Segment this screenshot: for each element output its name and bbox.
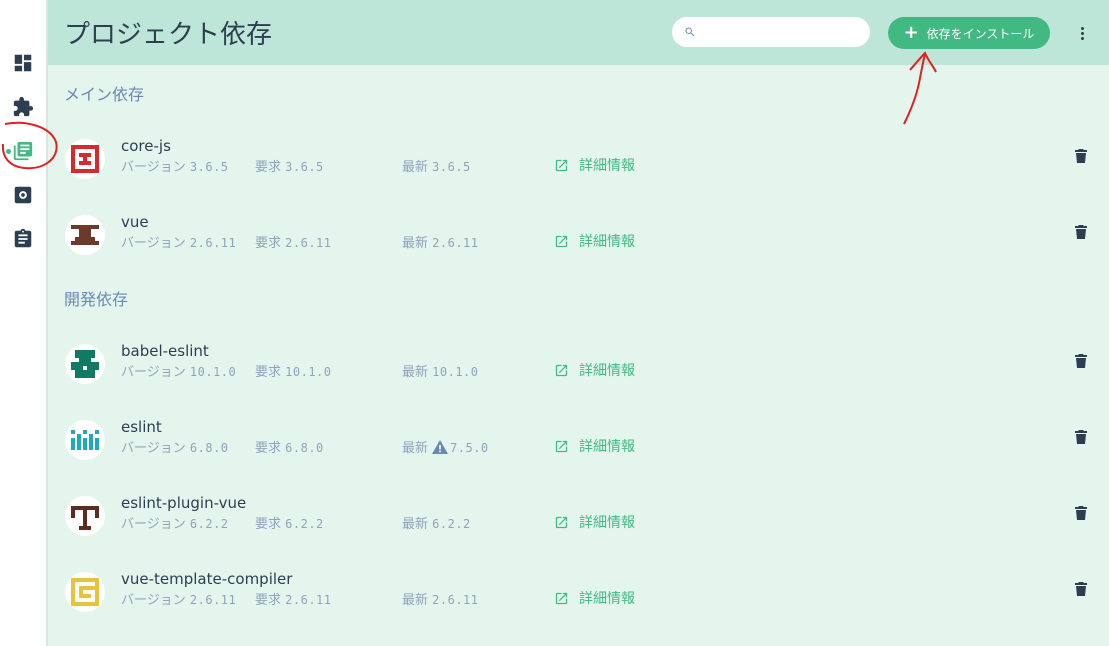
- package-avatar: [65, 344, 105, 384]
- installed-version: バージョン 6.8.0: [121, 441, 229, 456]
- trash-icon: [1075, 506, 1087, 520]
- open-external-icon: [555, 592, 568, 604]
- tasks-icon: [14, 228, 32, 248]
- latest-version: 最新 10.1.0: [402, 365, 479, 380]
- delete-button[interactable]: [1074, 353, 1088, 369]
- top-bar: プロジェクト依存 + 依存をインストール: [48, 0, 1109, 65]
- package-name: vue-template-compiler: [121, 570, 293, 588]
- package-name: babel-eslint: [121, 342, 209, 360]
- eslint-plugin-vue-identicon: [71, 506, 99, 530]
- trash-icon: [1075, 354, 1087, 368]
- latest-version: 最新 3.6.5: [402, 160, 471, 175]
- required-version: 要求 2.6.11: [255, 236, 332, 251]
- dot-icon: [1080, 26, 1084, 30]
- dependency-row: eslint-plugin-vue バージョン 6.2.2 要求 6.2.2 最…: [48, 487, 1109, 563]
- trash-icon: [1075, 582, 1087, 596]
- details-link[interactable]: 詳細情報: [554, 155, 635, 175]
- details-link[interactable]: 詳細情報: [554, 588, 635, 608]
- plugin-icon: [13, 96, 34, 117]
- details-link[interactable]: 詳細情報: [554, 436, 635, 456]
- dot-icon: [1080, 36, 1084, 40]
- installed-version: バージョン 3.6.5: [121, 160, 229, 175]
- eslint-identicon: [71, 430, 99, 450]
- search-box[interactable]: [672, 17, 870, 47]
- package-name: vue: [121, 213, 149, 231]
- vue-identicon: [71, 225, 99, 245]
- delete-button[interactable]: [1074, 429, 1088, 445]
- installed-version: バージョン 2.6.11: [121, 593, 237, 608]
- trash-icon: [1075, 430, 1087, 444]
- open-external-icon: [555, 516, 568, 528]
- installed-version: バージョン 10.1.0: [121, 365, 237, 380]
- dependency-row: vue バージョン 2.6.11 要求 2.6.11 最新 2.6.11 詳細情…: [48, 206, 1109, 282]
- more-options-button[interactable]: [1074, 21, 1090, 45]
- nav-tasks[interactable]: [0, 221, 46, 257]
- details-link[interactable]: 詳細情報: [554, 231, 635, 251]
- nav-config[interactable]: [0, 177, 46, 213]
- package-avatar: [65, 215, 105, 255]
- vue-template-compiler-identicon: [71, 578, 99, 606]
- latest-version: 最新 2.6.11: [402, 236, 479, 251]
- nav-plugins[interactable]: [0, 89, 46, 125]
- install-button-label: 依存をインストール: [926, 26, 1035, 41]
- delete-button[interactable]: [1074, 148, 1088, 164]
- page-title: プロジェクト依存: [64, 20, 273, 50]
- active-indicator: [6, 149, 11, 154]
- section-title-dev: 開発依存: [64, 290, 129, 309]
- package-avatar: [65, 139, 105, 179]
- dashboard-icon: [14, 54, 32, 72]
- required-version: 要求 6.8.0: [255, 441, 324, 456]
- search-icon: [685, 27, 695, 37]
- required-version: 要求 3.6.5: [255, 160, 324, 175]
- package-avatar: [65, 496, 105, 536]
- dependencies-icon: [13, 141, 33, 161]
- package-name: eslint: [121, 418, 162, 436]
- section-title-main: メイン依存: [64, 85, 145, 104]
- trash-icon: [1075, 149, 1087, 163]
- dependency-row: eslint バージョン 6.8.0 要求 6.8.0 最新 7.5.0 詳細情報: [48, 411, 1109, 487]
- dependency-row: babel-eslint バージョン 10.1.0 要求 10.1.0 最新 1…: [48, 335, 1109, 411]
- nav-dependencies[interactable]: [0, 133, 46, 169]
- babel-eslint-identicon: [71, 350, 99, 378]
- details-link[interactable]: 詳細情報: [554, 360, 635, 380]
- open-external-icon: [555, 364, 568, 376]
- latest-version: 最新 6.2.2: [402, 517, 471, 532]
- required-version: 要求 10.1.0: [255, 365, 332, 380]
- search-input[interactable]: [704, 23, 868, 41]
- details-link[interactable]: 詳細情報: [554, 512, 635, 532]
- dot-icon: [1080, 31, 1084, 35]
- required-version: 要求 2.6.11: [255, 593, 332, 608]
- delete-button[interactable]: [1074, 505, 1088, 521]
- latest-version: 最新 7.5.0: [402, 440, 489, 456]
- delete-button[interactable]: [1074, 581, 1088, 597]
- plus-icon: +: [903, 22, 919, 43]
- package-name: eslint-plugin-vue: [121, 494, 247, 512]
- open-external-icon: [555, 235, 568, 247]
- dependency-row: vue-template-compiler バージョン 2.6.11 要求 2.…: [48, 563, 1109, 639]
- delete-button[interactable]: [1074, 224, 1088, 240]
- config-icon: [14, 186, 32, 204]
- installed-version: バージョン 2.6.11: [121, 236, 237, 251]
- installed-version: バージョン 6.2.2: [121, 517, 229, 532]
- open-external-icon: [555, 159, 568, 171]
- trash-icon: [1075, 225, 1087, 239]
- sidebar: [0, 0, 48, 646]
- warning-icon: [432, 440, 449, 454]
- package-avatar: [65, 572, 105, 612]
- install-dependency-button[interactable]: + 依存をインストール: [888, 17, 1050, 49]
- core-js-identicon: [71, 145, 99, 173]
- dependency-row: core-js バージョン 3.6.5 要求 3.6.5 最新 3.6.5 詳細…: [48, 130, 1109, 206]
- package-avatar: [65, 420, 105, 460]
- package-name: core-js: [121, 137, 171, 155]
- required-version: 要求 6.2.2: [255, 517, 324, 532]
- open-external-icon: [555, 440, 568, 452]
- nav-dashboard[interactable]: [0, 45, 46, 81]
- latest-version: 最新 2.6.11: [402, 593, 479, 608]
